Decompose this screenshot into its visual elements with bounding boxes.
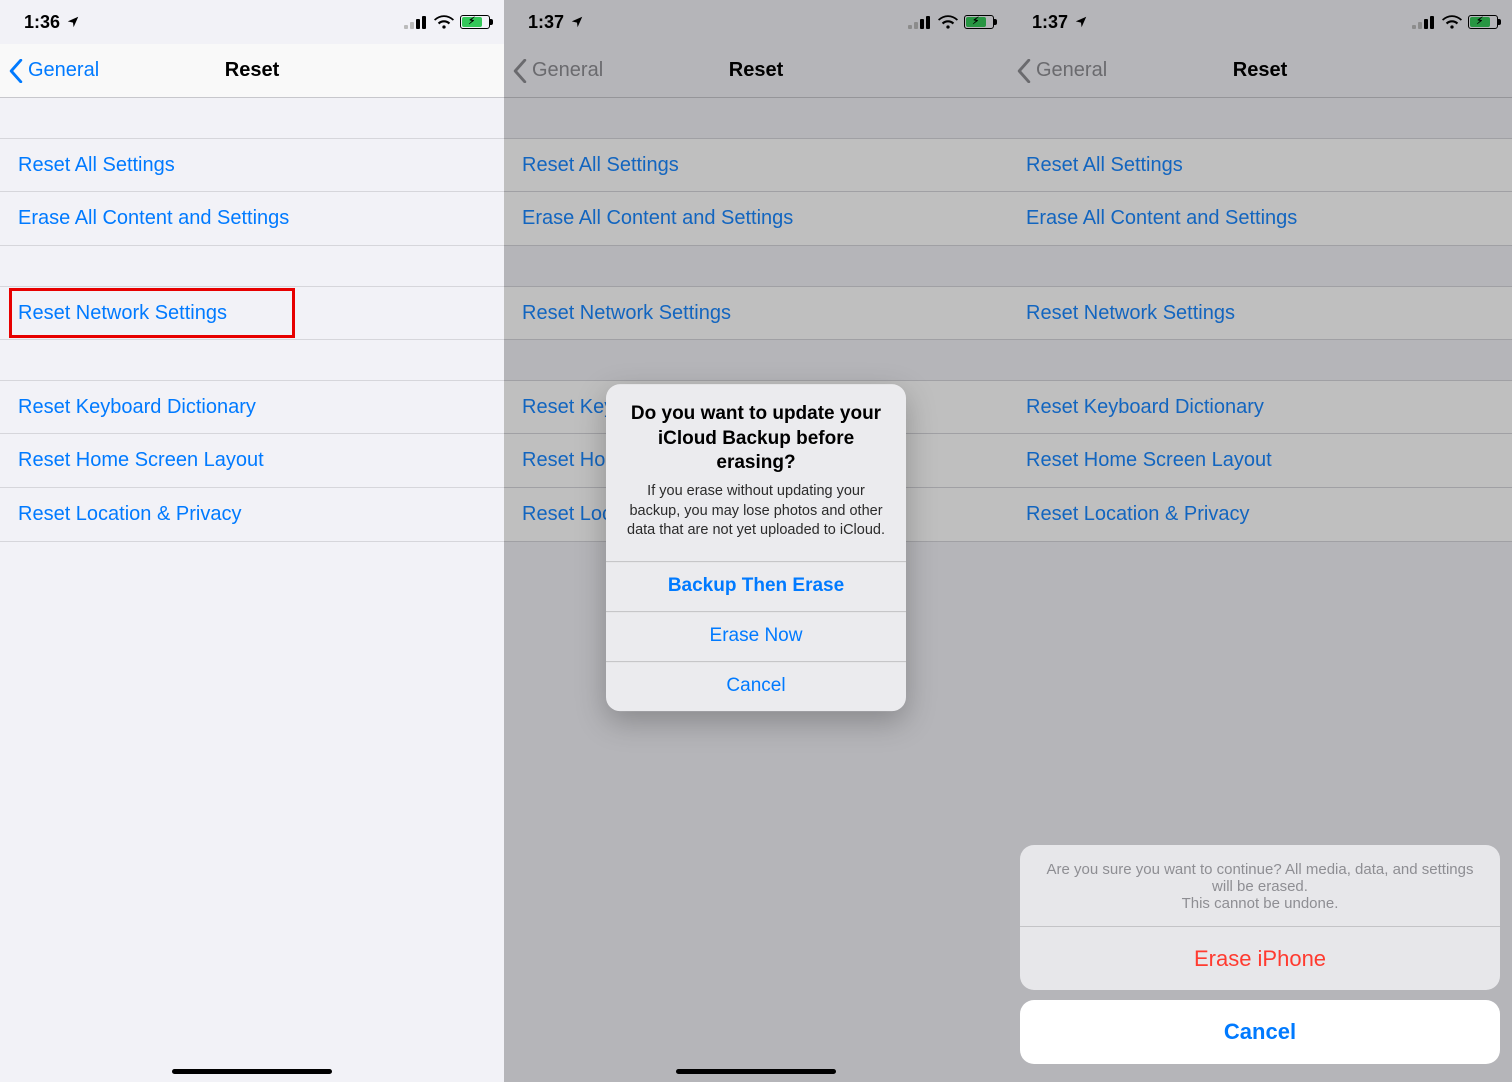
home-indicator[interactable] xyxy=(172,1069,332,1074)
row-label: Reset Keyboard Dictionary xyxy=(18,396,256,419)
screenshot-2: Reset All Settings Erase All Content and… xyxy=(504,0,1008,1082)
back-button[interactable]: General xyxy=(8,44,99,97)
cancel-button[interactable]: Cancel xyxy=(1020,1000,1500,1064)
sheet-message: Are you sure you want to continue? All m… xyxy=(1020,845,1500,926)
row-erase-all[interactable]: Erase All Content and Settings xyxy=(0,192,504,246)
reset-list: Reset All Settings Erase All Content and… xyxy=(0,98,504,1082)
row-reset-all[interactable]: Reset All Settings xyxy=(0,138,504,192)
back-label: General xyxy=(28,59,99,82)
row-reset-location[interactable]: Reset Location & Privacy xyxy=(0,488,504,542)
confirm-erase-sheet: Are you sure you want to continue? All m… xyxy=(1020,845,1500,1064)
navbar: General Reset xyxy=(0,44,504,98)
wifi-icon xyxy=(434,14,454,30)
alert-message: If you erase without updating your backu… xyxy=(624,482,888,541)
status-time: 1:36 xyxy=(24,12,60,33)
row-label: Reset Home Screen Layout xyxy=(18,449,264,472)
home-indicator[interactable] xyxy=(676,1069,836,1074)
row-label: Erase All Content and Settings xyxy=(18,207,289,230)
screenshot-3: Reset All Settings Erase All Content and… xyxy=(1008,0,1512,1082)
erase-now-button[interactable]: Erase Now xyxy=(606,611,906,661)
battery-icon: ⚡︎ xyxy=(460,15,490,29)
status-bar: 1:36 ⚡︎ xyxy=(0,0,504,44)
location-icon xyxy=(66,15,80,29)
highlight-box xyxy=(9,288,295,338)
icloud-backup-alert: Do you want to update your iCloud Backup… xyxy=(606,384,906,711)
alert-title: Do you want to update your iCloud Backup… xyxy=(624,402,888,476)
row-label: Reset All Settings xyxy=(18,154,175,177)
screenshot-1: 1:36 ⚡︎ General Reset xyxy=(0,0,504,1082)
erase-iphone-button[interactable]: Erase iPhone xyxy=(1020,926,1500,990)
row-reset-home[interactable]: Reset Home Screen Layout xyxy=(0,434,504,488)
row-reset-keyboard[interactable]: Reset Keyboard Dictionary xyxy=(0,380,504,434)
backup-then-erase-button[interactable]: Backup Then Erase xyxy=(606,561,906,611)
cancel-button[interactable]: Cancel xyxy=(606,661,906,711)
row-label: Reset Location & Privacy xyxy=(18,503,241,526)
cellular-icon xyxy=(404,15,428,29)
